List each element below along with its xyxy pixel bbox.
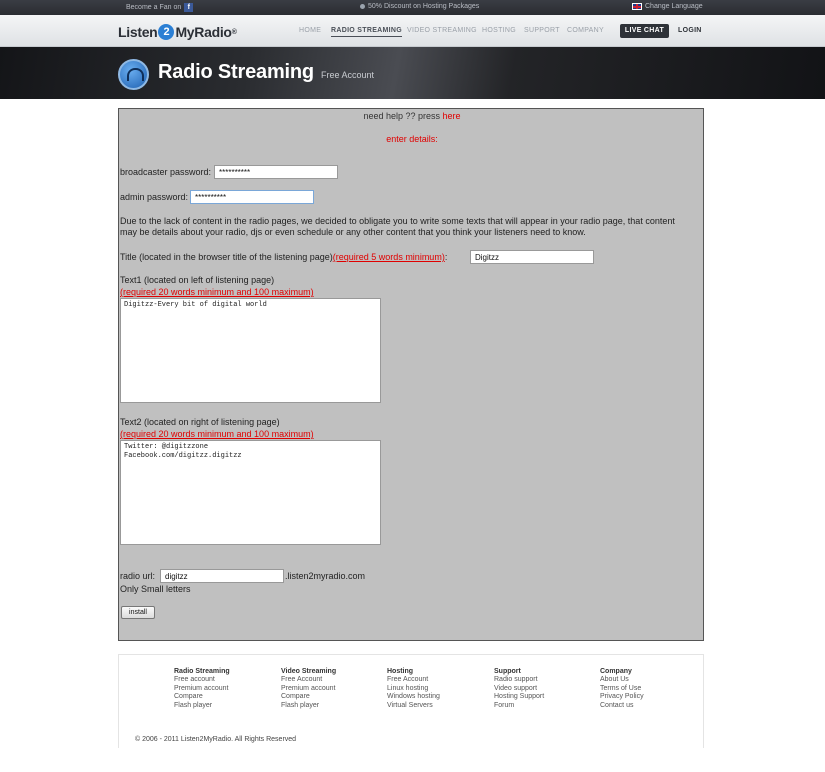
top-bar: Become a Fan on f 50% Discount on Hostin… xyxy=(0,0,825,15)
nav-video-streaming[interactable]: VIDEO STREAMING xyxy=(407,27,477,34)
footer-link[interactable]: Free account xyxy=(174,676,230,685)
title-colon: : xyxy=(444,252,448,262)
become-fan-label: Become a Fan on xyxy=(126,4,182,11)
radio-url-label: radio url: xyxy=(120,571,156,581)
nav-radio-streaming[interactable]: RADIO STREAMING xyxy=(331,27,402,37)
footer-link[interactable]: Hosting Support xyxy=(494,693,544,702)
promo-link[interactable]: 50% Discount on Hosting Packages xyxy=(360,3,479,10)
login-link[interactable]: LOGIN xyxy=(678,27,702,34)
footer-link[interactable]: Radio support xyxy=(494,676,544,685)
title-label-line: Title (located in the browser title of t… xyxy=(120,252,447,262)
footer-col-radio: Radio Streaming Free account Premium acc… xyxy=(174,668,230,710)
title-input[interactable] xyxy=(470,250,594,264)
footer-link[interactable]: Compare xyxy=(174,693,230,702)
footer-link[interactable]: Contact us xyxy=(600,702,644,711)
footer-link[interactable]: Windows hosting xyxy=(387,693,440,702)
footer-heading: Radio Streaming xyxy=(174,668,230,675)
footer-link[interactable]: Forum xyxy=(494,702,544,711)
text1-requirement: (required 20 words minimum and 100 maxim… xyxy=(120,287,314,297)
footer-col-company: Company About Us Terms of Use Privacy Po… xyxy=(600,668,644,710)
promo-label: 50% Discount on Hosting Packages xyxy=(368,3,480,10)
page-subtitle: Free Account xyxy=(321,70,375,80)
footer-link[interactable]: Privacy Policy xyxy=(600,693,644,702)
text1-label: Text1 (located on left of listening page… xyxy=(120,275,275,285)
page-title: Radio Streaming xyxy=(158,61,314,83)
uk-flag-icon xyxy=(632,3,642,10)
footer-link[interactable]: Virtual Servers xyxy=(387,702,440,711)
footer-heading: Support xyxy=(494,668,521,675)
signup-form: need help ?? press here enter details: b… xyxy=(118,108,704,641)
text2-requirement: (required 20 words minimum and 100 maxim… xyxy=(120,429,314,439)
become-fan-link[interactable]: Become a Fan on f xyxy=(126,3,194,12)
broadcaster-password-input[interactable] xyxy=(214,165,338,179)
nav-home[interactable]: HOME xyxy=(299,27,321,34)
text1-textarea[interactable]: Digitzz-Every bit of digital world xyxy=(120,298,381,403)
footer-col-support: Support Radio support Video support Host… xyxy=(494,668,544,710)
footer-link[interactable]: Terms of Use xyxy=(600,685,644,694)
site-logo[interactable]: Listen 2 MyRadio ® xyxy=(118,24,237,40)
footer-heading: Hosting xyxy=(387,668,414,675)
promo-icon xyxy=(360,4,365,9)
install-button[interactable]: install xyxy=(121,606,155,619)
footer-link[interactable]: Premium account xyxy=(174,685,230,694)
footer-link[interactable]: Video support xyxy=(494,685,544,694)
site-footer: Radio Streaming Free account Premium acc… xyxy=(118,654,704,748)
footer-link[interactable]: Free Account xyxy=(281,676,336,685)
main-navbar: Listen 2 MyRadio ® HOME RADIO STREAMING VID… xyxy=(0,15,825,47)
broadcaster-password-label: broadcaster password: xyxy=(120,167,212,177)
title-requirement: (required 5 words minimum) xyxy=(332,252,445,262)
footer-col-hosting: Hosting Free Account Linux hosting Windo… xyxy=(387,668,440,710)
footer-link[interactable]: Compare xyxy=(281,693,336,702)
title-label: Title (located in the browser title of t… xyxy=(120,252,333,262)
help-link[interactable]: here xyxy=(443,111,461,121)
logo-text-left: Listen xyxy=(118,24,158,40)
footer-heading: Company xyxy=(600,668,632,675)
admin-password-input[interactable] xyxy=(190,190,314,204)
text2-textarea[interactable]: Twitter: @digitzzone Facebook.com/digitz… xyxy=(120,440,381,545)
nav-support[interactable]: SUPPORT xyxy=(524,27,560,34)
footer-link[interactable]: Flash player xyxy=(174,702,230,711)
hero-banner: Radio Streaming Free Account xyxy=(0,47,825,99)
admin-password-label: admin password: xyxy=(120,192,189,202)
footer-link[interactable]: Linux hosting xyxy=(387,685,440,694)
footer-col-video: Video Streaming Free Account Premium acc… xyxy=(281,668,336,710)
footer-link[interactable]: About Us xyxy=(600,676,644,685)
logo-text-right: MyRadio xyxy=(175,24,232,40)
content-notice: Due to the lack of content in the radio … xyxy=(120,216,675,237)
facebook-icon[interactable]: f xyxy=(184,3,194,12)
copyright: © 2006 - 2011 Listen2MyRadio. All Rights… xyxy=(135,736,297,743)
nav-company[interactable]: COMPANY xyxy=(567,27,604,34)
change-language-link[interactable]: Change Language xyxy=(632,3,703,10)
logo-registered: ® xyxy=(231,28,237,36)
live-chat-button[interactable]: LIVE CHAT xyxy=(620,24,669,38)
footer-link[interactable]: Flash player xyxy=(281,702,336,711)
footer-heading: Video Streaming xyxy=(281,668,337,675)
radio-url-input[interactable] xyxy=(160,569,284,583)
help-text: need help ?? press xyxy=(363,111,441,121)
footer-link[interactable]: Premium account xyxy=(281,685,336,694)
text2-label: Text2 (located on right of listening pag… xyxy=(120,417,280,427)
nav-hosting[interactable]: HOSTING xyxy=(482,27,516,34)
enter-details-heading: enter details: xyxy=(386,134,438,144)
radio-url-suffix: .listen2myradio.com xyxy=(285,571,366,581)
radio-url-hint: Only Small letters xyxy=(120,584,191,594)
help-line: need help ?? press here xyxy=(119,111,705,121)
footer-link[interactable]: Free Account xyxy=(387,676,440,685)
headphones-icon xyxy=(118,59,149,90)
change-language-label: Change Language xyxy=(645,3,703,10)
logo-mark: 2 xyxy=(158,24,175,40)
